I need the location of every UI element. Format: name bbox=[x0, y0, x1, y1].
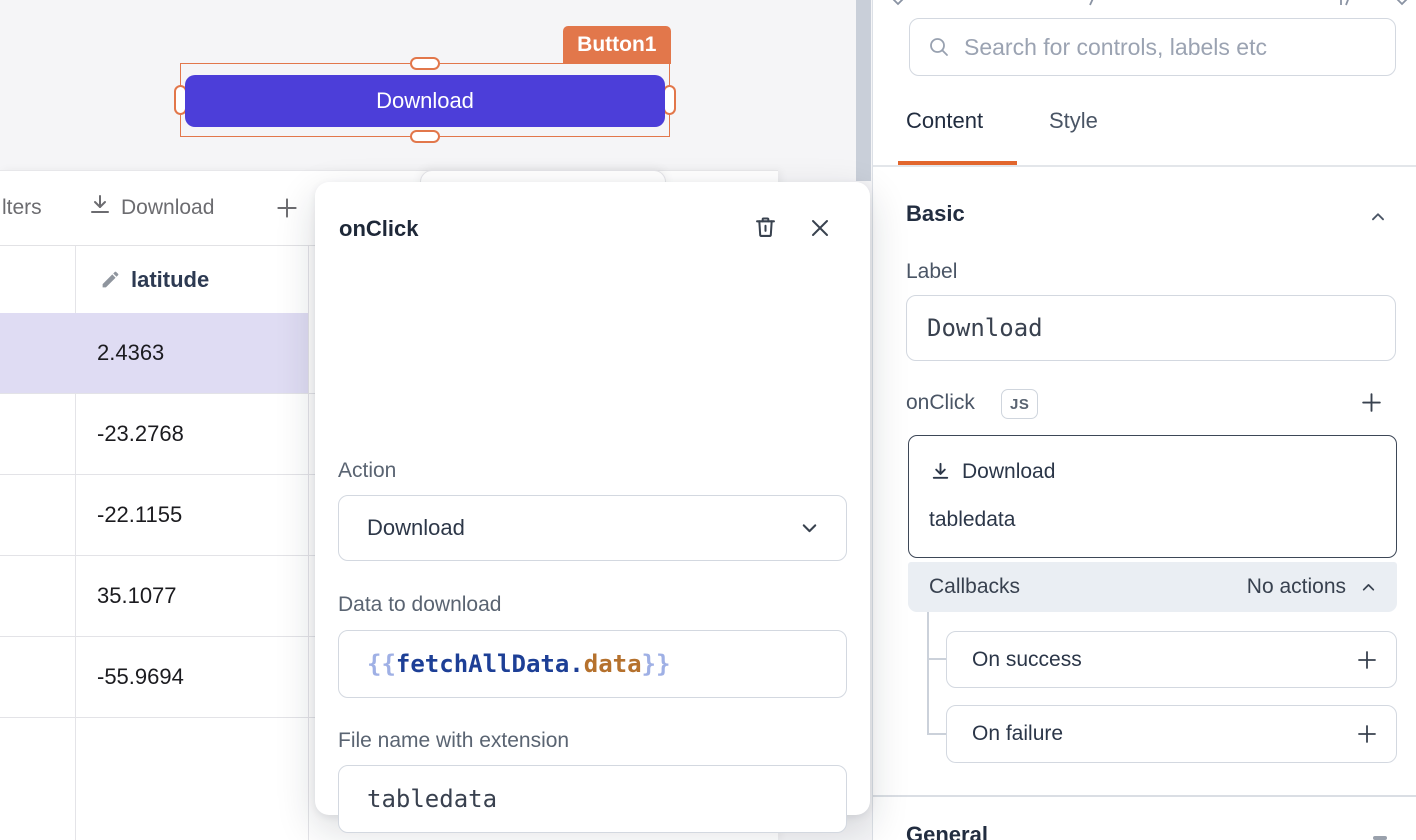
js-toggle-badge[interactable]: JS bbox=[1001, 389, 1038, 419]
plus-icon[interactable] bbox=[1355, 648, 1379, 672]
table-download-button[interactable]: Download bbox=[88, 171, 214, 245]
delete-action-button[interactable] bbox=[752, 214, 779, 241]
file-name-value: tabledata bbox=[367, 785, 497, 813]
download-button-widget[interactable]: Download bbox=[185, 75, 665, 127]
close-modal-button[interactable] bbox=[808, 216, 832, 240]
callbacks-status: No actions bbox=[1247, 575, 1346, 599]
modal-title: onClick bbox=[339, 216, 418, 242]
data-to-download-input[interactable]: {{fetchAllData.data}} bbox=[338, 630, 847, 698]
edit-pencil-icon bbox=[100, 269, 121, 290]
file-name-label: File name with extension bbox=[338, 729, 569, 753]
plus-icon[interactable] bbox=[1355, 722, 1379, 746]
binding-expression: {{fetchAllData.data}} bbox=[367, 650, 670, 678]
column-header-latitude[interactable]: latitude bbox=[100, 267, 209, 293]
cropped-glyph bbox=[1087, 0, 1099, 6]
divider bbox=[873, 795, 1416, 797]
on-failure-callback[interactable]: On failure bbox=[946, 705, 1397, 763]
on-success-label: On success bbox=[972, 648, 1082, 672]
download-icon bbox=[88, 193, 112, 223]
label-field-input[interactable]: Download bbox=[906, 295, 1396, 361]
on-success-callback[interactable]: On success bbox=[946, 631, 1397, 688]
action-select[interactable]: Download bbox=[338, 495, 847, 561]
plus-icon bbox=[274, 195, 300, 221]
action-card-title-row: Download bbox=[929, 460, 1055, 484]
divider bbox=[873, 165, 1416, 167]
resize-handle-bottom[interactable] bbox=[410, 130, 440, 143]
filters-button-cropped[interactable]: lters bbox=[2, 171, 42, 245]
cropped-glyph bbox=[890, 0, 906, 6]
app-builder-screen: lters Download latitude bbox=[0, 0, 1416, 840]
chevron-down-icon bbox=[797, 516, 822, 541]
cropped-header-fragments bbox=[873, 0, 1416, 9]
chevron-up-icon[interactable] bbox=[1367, 206, 1389, 228]
on-failure-label: On failure bbox=[972, 722, 1063, 746]
property-search bbox=[909, 18, 1396, 76]
close-icon bbox=[808, 216, 832, 240]
resize-handle-top[interactable] bbox=[410, 57, 440, 70]
tab-style[interactable]: Style bbox=[1049, 108, 1098, 134]
action-value: Download bbox=[367, 515, 465, 541]
cell-latitude: 2.4363 bbox=[97, 313, 164, 393]
chevron-up-icon bbox=[1358, 577, 1379, 598]
action-card-subtitle: tabledata bbox=[929, 508, 1015, 532]
search-input[interactable] bbox=[910, 19, 1395, 75]
action-card-title: Download bbox=[962, 460, 1055, 484]
onclick-action-modal: onClick Action Download Data to download… bbox=[315, 182, 870, 815]
canvas-scrollbar-thumb[interactable] bbox=[856, 0, 871, 181]
widget-selection-frame: Button1 Download bbox=[180, 63, 670, 137]
callbacks-label: Callbacks bbox=[929, 575, 1020, 599]
data-to-download-label: Data to download bbox=[338, 593, 501, 617]
add-row-button[interactable] bbox=[274, 171, 300, 245]
add-action-button[interactable] bbox=[1359, 390, 1384, 415]
table-download-label: Download bbox=[121, 196, 214, 220]
widget-name-tag[interactable]: Button1 bbox=[563, 26, 670, 64]
property-panel: Content Style Basic Label Download onCli… bbox=[872, 0, 1416, 840]
cropped-glyph bbox=[1337, 0, 1357, 6]
cell-latitude: -22.1155 bbox=[97, 475, 182, 555]
action-label: Action bbox=[338, 459, 396, 483]
basic-section-heading[interactable]: Basic bbox=[906, 201, 965, 227]
callbacks-tree-line bbox=[927, 658, 946, 660]
cell-latitude: 35.1077 bbox=[97, 556, 177, 636]
onclick-action-card[interactable]: Download tabledata bbox=[908, 435, 1397, 558]
cell-latitude: -23.2768 bbox=[97, 394, 184, 474]
download-icon bbox=[929, 461, 952, 484]
general-section-heading[interactable]: General bbox=[906, 822, 988, 840]
file-name-input[interactable]: tabledata bbox=[338, 765, 847, 833]
cropped-glyph bbox=[1373, 836, 1387, 840]
callbacks-toggle[interactable]: Callbacks No actions bbox=[908, 562, 1397, 612]
callbacks-tree-line bbox=[927, 733, 946, 735]
plus-icon bbox=[1359, 390, 1384, 415]
label-field-value: Download bbox=[927, 314, 1043, 342]
filters-label: lters bbox=[2, 196, 42, 220]
cell-latitude: -55.9694 bbox=[97, 637, 184, 717]
cropped-glyph bbox=[1394, 0, 1410, 6]
tab-content[interactable]: Content bbox=[906, 108, 983, 134]
label-field-label: Label bbox=[906, 260, 957, 284]
callbacks-tree-line bbox=[927, 612, 929, 734]
onclick-property-label: onClick bbox=[906, 391, 975, 415]
trash-icon bbox=[752, 214, 779, 241]
column-header-label: latitude bbox=[131, 267, 209, 293]
